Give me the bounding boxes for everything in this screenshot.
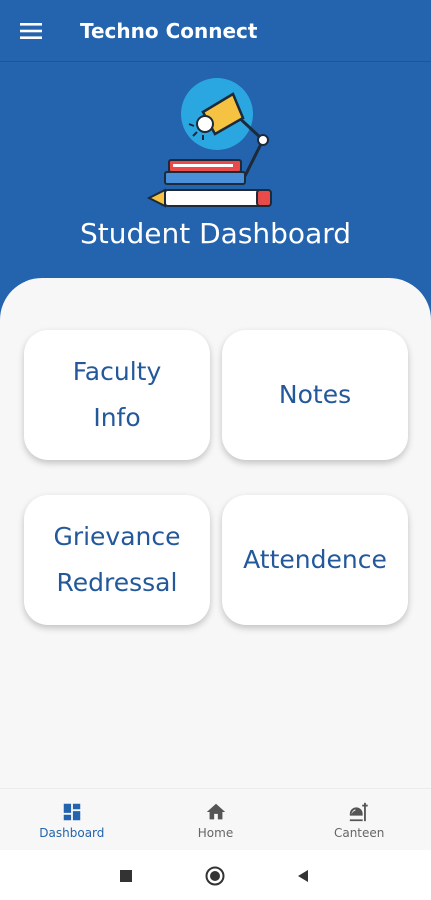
notes-card[interactable]: Notes: [222, 330, 408, 460]
card-label-line2: Redressal: [56, 568, 178, 597]
grievance-redressal-card[interactable]: Grievance Redressal: [24, 495, 210, 625]
circle-icon: [205, 866, 225, 886]
page-title: Student Dashboard: [79, 217, 352, 250]
home-icon: [206, 803, 225, 820]
back-button[interactable]: [293, 866, 313, 886]
attendance-card[interactable]: Attendence: [222, 495, 408, 625]
nav-item-dashboard[interactable]: Dashboard: [0, 789, 144, 850]
menu-button[interactable]: [0, 0, 62, 62]
faculty-info-card[interactable]: Faculty Info: [24, 330, 210, 460]
card-label-line2: Info: [93, 403, 141, 432]
dashboard-content: Faculty Info Notes Grievance Redressal A…: [0, 278, 431, 788]
card-label-line1: Attendence: [243, 545, 387, 574]
nav-label: Home: [197, 826, 234, 840]
nav-item-home[interactable]: Home: [144, 789, 288, 850]
nav-label: Dashboard: [39, 826, 105, 840]
home-system-button[interactable]: [205, 866, 225, 886]
desk-lamp-books-illustration: [146, 78, 272, 208]
square-icon: [120, 870, 132, 882]
nav-item-canteen[interactable]: Canteen: [287, 789, 431, 850]
system-navigation-bar: [0, 850, 431, 900]
bottom-navigation: Dashboard Home Canteen: [0, 788, 431, 850]
triangle-back-icon: [298, 870, 308, 882]
canteen-icon: [350, 802, 368, 822]
recents-button[interactable]: [116, 866, 136, 886]
app-title: Techno Connect: [80, 18, 258, 43]
app-bar: Techno Connect: [0, 0, 431, 62]
hamburger-menu-icon: [20, 22, 42, 39]
card-label-line1: Notes: [278, 380, 352, 409]
card-label-line1: Grievance: [53, 522, 181, 551]
nav-label: Canteen: [333, 826, 385, 840]
card-label-line1: Faculty: [72, 357, 162, 386]
dashboard-icon: [63, 803, 81, 821]
